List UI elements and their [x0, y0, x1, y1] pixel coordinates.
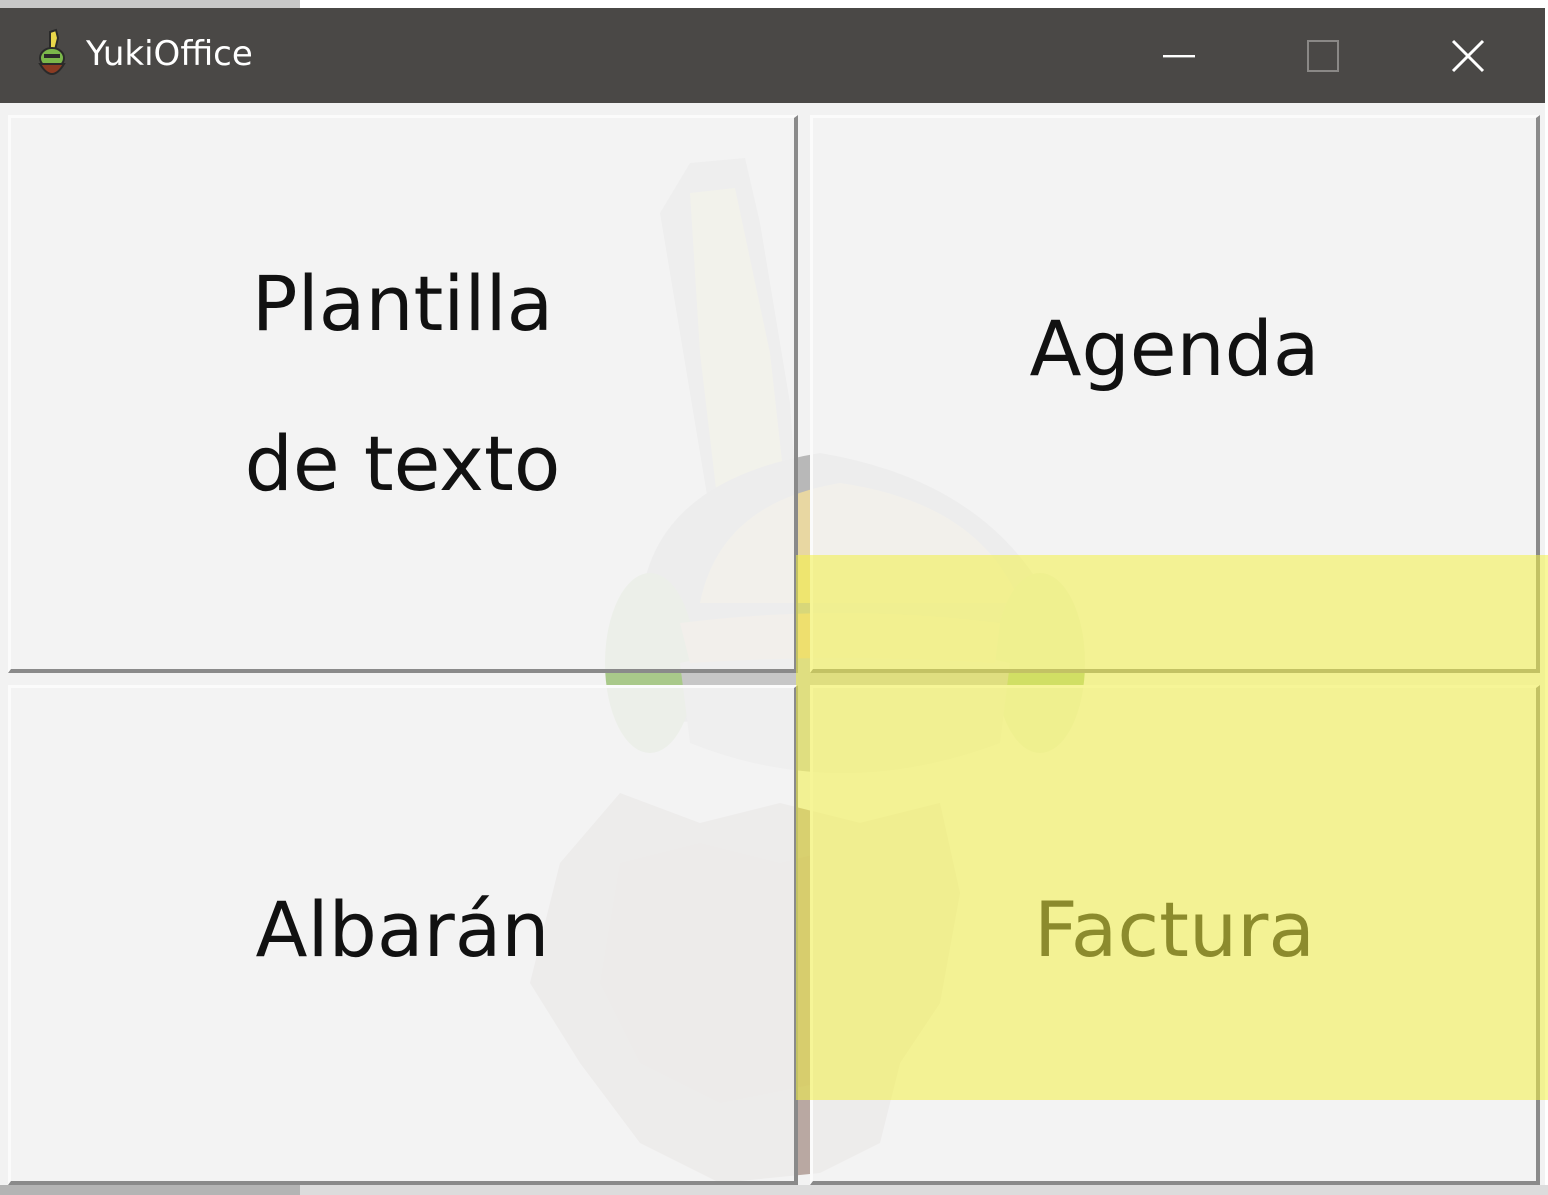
main-menu-panel: Plantilla de texto Agenda Albarán Factur…: [0, 103, 1545, 1195]
tile-label: Albarán: [255, 884, 550, 974]
window-title: YukiOffice: [86, 34, 253, 74]
tile-label: Agenda: [1029, 303, 1320, 393]
background-window-edge: [0, 0, 300, 8]
maximize-icon: [1307, 39, 1339, 72]
maximize-button[interactable]: [1253, 8, 1393, 103]
close-button[interactable]: [1398, 8, 1538, 103]
screen-top-strip: [0, 0, 1548, 8]
title-bar[interactable]: YukiOffice: [0, 8, 1545, 103]
tile-agenda[interactable]: Agenda: [810, 115, 1540, 673]
minimize-button[interactable]: [1110, 8, 1250, 103]
tile-label-line-2: de texto: [244, 418, 561, 508]
app-logo-icon: [38, 28, 66, 75]
app-window: YukiOffice Plantilla de texto Agenda Alb…: [0, 8, 1545, 1195]
background-window-edge: [0, 1185, 300, 1195]
tile-albaran[interactable]: Albarán: [8, 685, 798, 1185]
minimize-icon: [1163, 54, 1195, 57]
close-icon: [1451, 39, 1485, 72]
tile-factura[interactable]: Factura: [810, 685, 1540, 1185]
tile-label-line-1: Plantilla: [251, 258, 554, 348]
tile-plantilla-de-texto[interactable]: Plantilla de texto: [8, 115, 798, 673]
tile-label-stack: Plantilla de texto: [245, 224, 561, 544]
tile-label: Factura: [1034, 884, 1315, 974]
screen-bottom-strip: [0, 1185, 1548, 1195]
